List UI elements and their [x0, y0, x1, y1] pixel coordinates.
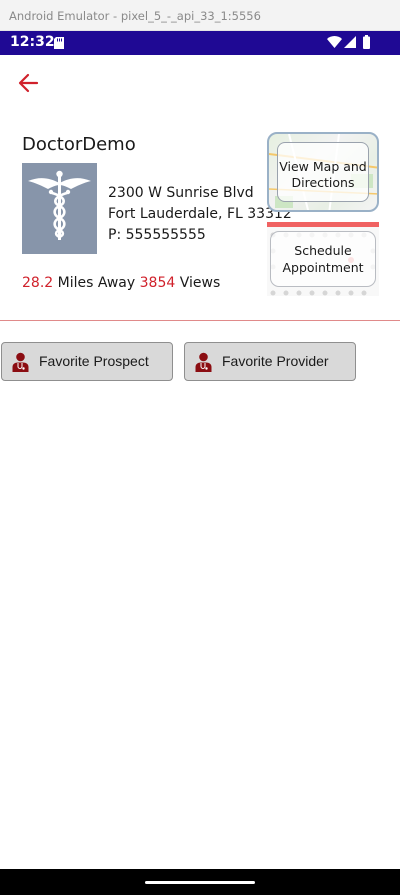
address-line-2: Fort Lauderdale, FL 33312: [108, 206, 292, 222]
favorite-prospect-button[interactable]: Favorite Prospect: [1, 342, 173, 381]
views-label: Views: [179, 275, 221, 291]
view-map-directions-button[interactable]: View Map and Directions: [267, 132, 379, 212]
provider-name: DoctorDemo: [22, 134, 136, 155]
provider-photo: [22, 163, 97, 254]
schedule-button-label-line-1: Schedule: [294, 243, 352, 258]
sd-card-icon: [54, 37, 64, 49]
map-button-label-line-2: Directions: [291, 175, 355, 190]
schedule-appointment-button[interactable]: Schedule Appointment: [267, 222, 379, 296]
favorite-prospect-label: Favorite Prospect: [39, 353, 149, 369]
navigation-bar: [0, 869, 400, 895]
arrow-left-icon: [18, 73, 39, 93]
back-button[interactable]: [17, 72, 39, 94]
emulator-window-title: Android Emulator - pixel_5_-_api_33_1:55…: [0, 0, 400, 31]
battery-icon: [363, 35, 370, 49]
cellular-signal-icon: [344, 36, 356, 48]
doctor-icon: [12, 352, 29, 372]
status-bar: 12:32: [0, 31, 400, 55]
address-line-1: 2300 W Sunrise Blvd: [108, 185, 254, 201]
distance-label: Miles Away: [57, 275, 136, 291]
schedule-button-label-line-2: Appointment: [282, 260, 364, 275]
section-divider: [0, 320, 400, 321]
doctor-icon: [195, 352, 212, 372]
home-gesture-handle[interactable]: [145, 881, 255, 884]
map-button-label-line-1: View Map and: [279, 159, 367, 174]
favorite-provider-button[interactable]: Favorite Provider: [184, 342, 356, 381]
favorite-provider-label: Favorite Provider: [222, 353, 329, 369]
provider-stats: 28.2 Miles Away 3854 Views: [22, 275, 220, 291]
provider-address: 2300 W Sunrise Blvd Fort Lauderdale, FL …: [108, 183, 292, 246]
phone-number: P: 555555555: [108, 227, 206, 243]
views-value: 3854: [139, 275, 176, 291]
status-time: 12:32: [10, 34, 55, 50]
caduceus-icon: [28, 170, 91, 240]
schedule-button-frame: [270, 231, 376, 287]
wifi-icon: [327, 36, 342, 48]
distance-value: 28.2: [22, 275, 54, 291]
